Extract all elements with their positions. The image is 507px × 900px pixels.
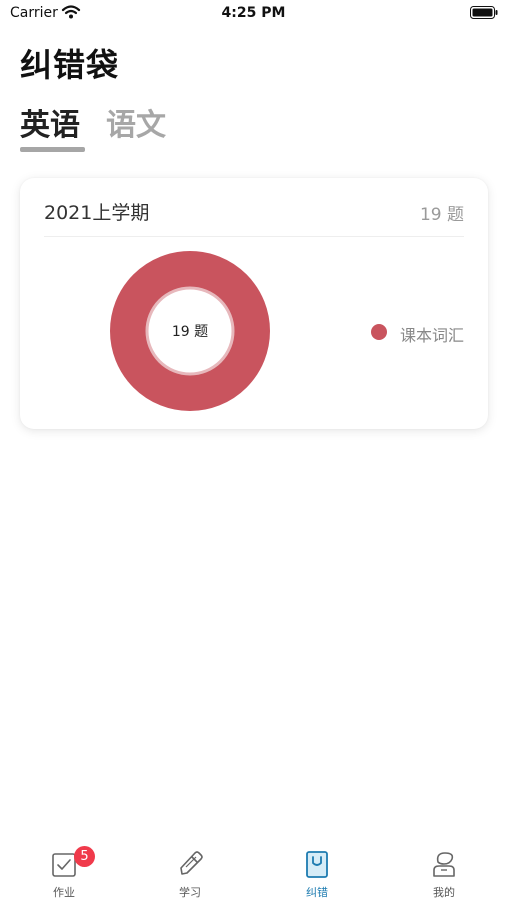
- tab-chinese[interactable]: 语文: [106, 100, 166, 144]
- status-time: 4:25 PM: [221, 5, 286, 21]
- tabbar-label-profile: 我的: [433, 886, 455, 899]
- legend-label: 课本词汇: [400, 326, 465, 345]
- term-label: 2021上学期: [44, 202, 150, 224]
- screen: Carrier 4:25 PM 纠错袋 英语 语文 2021上学期 19 题 1…: [0, 0, 507, 900]
- active-tab-indicator: [20, 147, 85, 152]
- tabbar-item-homework[interactable]: 5 作业: [24, 846, 104, 900]
- status-bar: Carrier 4:25 PM: [0, 0, 507, 26]
- donut-center-label: 19 题: [171, 324, 209, 340]
- legend-dot: [371, 324, 387, 340]
- question-count: 19 题: [419, 205, 464, 225]
- tabbar-label-homework: 作业: [53, 886, 75, 899]
- tabbar-item-study[interactable]: 学习: [150, 846, 230, 900]
- tab-bar: 5 作业 学习 纠错 我的: [0, 840, 507, 900]
- tabbar-label-study: 学习: [179, 886, 201, 899]
- profile-icon: [433, 852, 455, 877]
- bag-icon: [306, 851, 328, 878]
- page-title: 纠错袋: [20, 46, 120, 84]
- tab-english[interactable]: 英语: [20, 100, 80, 144]
- homework-badge: 5: [74, 846, 95, 867]
- tabbar-item-profile[interactable]: 我的: [404, 846, 484, 900]
- tabbar-item-correction[interactable]: 纠错: [277, 846, 357, 900]
- pencil-icon: [180, 851, 203, 875]
- card-divider: [44, 236, 464, 237]
- battery-icon: [470, 6, 498, 19]
- term-card[interactable]: 2021上学期 19 题 19 题 课本词汇: [20, 178, 488, 429]
- tabbar-label-correction: 纠错: [306, 886, 328, 899]
